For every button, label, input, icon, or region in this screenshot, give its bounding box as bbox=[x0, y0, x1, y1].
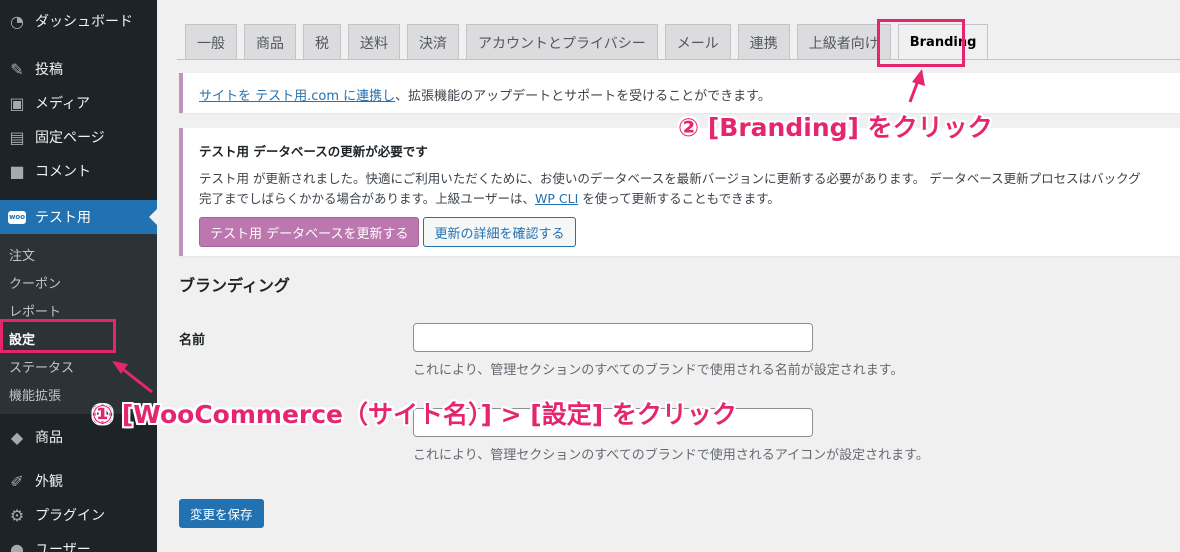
update-database-button[interactable]: テスト用 データベースを更新する bbox=[199, 217, 420, 247]
settings-tabs: 一般 商品 税 送料 決済 アカウントとプライバシー メール 連携 上級者向け … bbox=[185, 24, 995, 60]
branding-section-title: ブランディング bbox=[179, 276, 290, 295]
menu-posts-label: 投稿 bbox=[35, 62, 63, 78]
menu-plugins[interactable]: ⚙ プラグイン bbox=[0, 498, 157, 532]
menu-users-label: ユーザー bbox=[35, 542, 91, 552]
menu-media[interactable]: ▣ メディア bbox=[0, 86, 157, 120]
media-icon: ▣ bbox=[9, 93, 25, 113]
brand-name-description: これにより、管理セクションのすべてのブランドで使用される名前が設定されます。 bbox=[413, 363, 904, 378]
menu-comments[interactable]: ■ コメント bbox=[0, 154, 157, 188]
settings-main: 一般 商品 税 送料 決済 アカウントとプライバシー メール 連携 上級者向け … bbox=[157, 0, 1180, 552]
tab-tax[interactable]: 税 bbox=[303, 24, 341, 60]
db-update-notice: テスト用 データベースの更新が必要です テスト用 が更新されました。快適にご利用… bbox=[179, 128, 1180, 256]
tab-shipping[interactable]: 送料 bbox=[348, 24, 400, 60]
db-update-line2: 完了までしばらくかかる場合があります。上級ユーザーは、WP CLI を使って更新… bbox=[199, 191, 780, 206]
menu-dashboard-label: ダッシュボード bbox=[35, 14, 133, 30]
user-icon: ● bbox=[10, 539, 24, 552]
connect-notice: サイトを テスト用.com に連携し、拡張機能のアップデートとサポートを受けるこ… bbox=[179, 73, 1180, 113]
db-update-line1: テスト用 が更新されました。快適にご利用いただくために、お使いのデータベースを最… bbox=[199, 171, 1141, 186]
menu-media-label: メディア bbox=[35, 96, 91, 112]
menu-woocommerce-label: テスト用 bbox=[35, 210, 91, 226]
page-icon: ▤ bbox=[9, 127, 25, 147]
admin-sidebar: ◔ ダッシュボード ✎ 投稿 ▣ メディア ▤ 固定ページ ■ コメント woo… bbox=[0, 0, 157, 552]
comment-icon: ■ bbox=[9, 161, 25, 181]
menu-pages[interactable]: ▤ 固定ページ bbox=[0, 120, 157, 154]
menu-products-label: 商品 bbox=[35, 430, 63, 446]
menu-users[interactable]: ● ユーザー bbox=[0, 532, 157, 552]
brand-name-input[interactable] bbox=[413, 323, 813, 352]
tab-general[interactable]: 一般 bbox=[185, 24, 237, 60]
brand-icon-description: これにより、管理セクションのすべてのブランドで使用されるアイコンが設定されます。 bbox=[413, 448, 929, 463]
box-icon: ◆ bbox=[10, 427, 24, 447]
tab-payments[interactable]: 決済 bbox=[407, 24, 459, 60]
pin-icon: ✎ bbox=[10, 59, 24, 79]
plugin-icon: ⚙ bbox=[9, 505, 25, 525]
tab-emails[interactable]: メール bbox=[664, 24, 731, 60]
name-label: 名前 bbox=[179, 333, 206, 348]
branding-highlight-box bbox=[877, 19, 965, 67]
tab-integration[interactable]: 連携 bbox=[737, 24, 790, 60]
tab-products[interactable]: 商品 bbox=[244, 24, 296, 60]
dashboard-icon: ◔ bbox=[10, 11, 24, 31]
connect-notice-text: 、拡張機能のアップデートとサポートを受けることができます。 bbox=[395, 89, 771, 104]
tabs-divider bbox=[177, 59, 1180, 60]
wp-cli-link[interactable]: WP CLI bbox=[535, 191, 578, 206]
menu-pages-label: 固定ページ bbox=[35, 130, 105, 146]
view-update-details-button[interactable]: 更新の詳細を確認する bbox=[423, 217, 576, 247]
menu-appearance-label: 外観 bbox=[35, 474, 63, 490]
settings-highlight-box bbox=[0, 319, 116, 353]
menu-appearance[interactable]: ✐ 外観 bbox=[0, 464, 157, 498]
woo-icon: woo bbox=[7, 207, 27, 227]
menu-comments-label: コメント bbox=[35, 164, 91, 180]
menu-plugins-label: プラグイン bbox=[35, 508, 105, 524]
menu-posts[interactable]: ✎ 投稿 bbox=[0, 52, 157, 86]
submenu-coupons[interactable]: クーポン bbox=[0, 268, 157, 296]
brush-icon: ✐ bbox=[10, 471, 24, 491]
tab-accounts-privacy[interactable]: アカウントとプライバシー bbox=[466, 24, 658, 60]
step1-annotation: ① [WooCommerce（サイト名）] > [設定] をクリック bbox=[92, 400, 737, 429]
menu-dashboard[interactable]: ◔ ダッシュボード bbox=[0, 4, 157, 38]
step2-annotation: ② [Branding] をクリック bbox=[678, 113, 993, 142]
menu-woocommerce[interactable]: woo テスト用 bbox=[0, 200, 157, 234]
save-changes-button[interactable]: 変更を保存 bbox=[179, 499, 264, 528]
connect-link[interactable]: サイトを テスト用.com に連携し bbox=[199, 89, 395, 104]
submenu-status[interactable]: ステータス bbox=[0, 352, 157, 380]
submenu-orders[interactable]: 注文 bbox=[0, 240, 157, 268]
